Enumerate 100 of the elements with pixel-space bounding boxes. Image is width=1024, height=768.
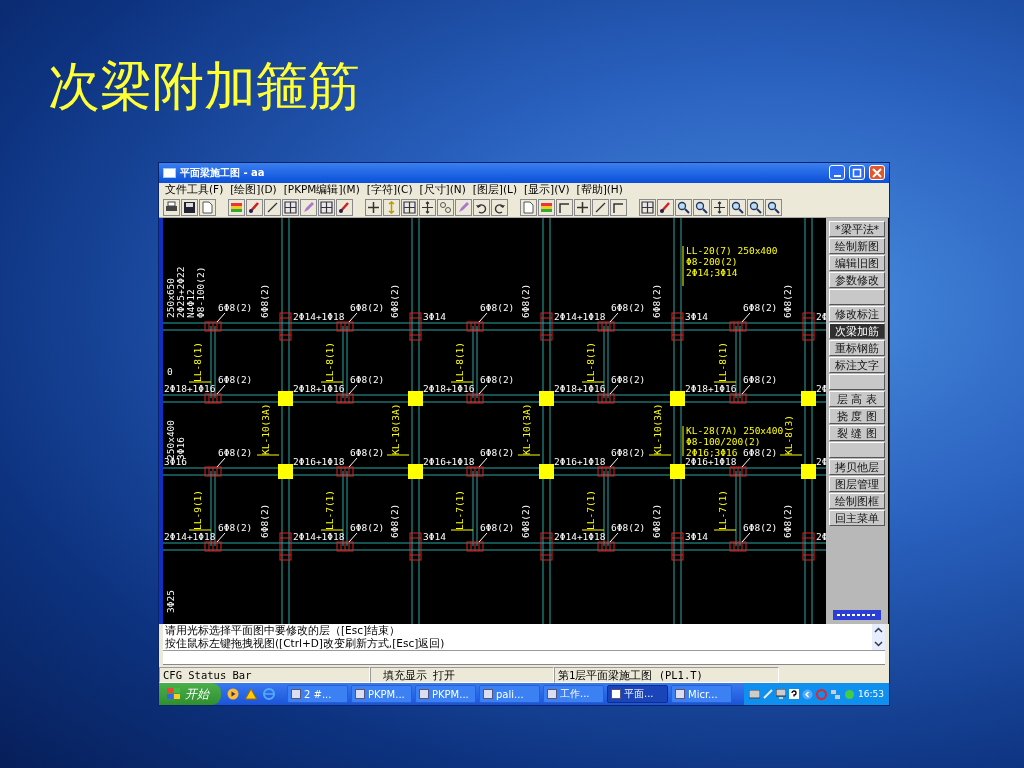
- move-icon[interactable]: [419, 198, 436, 216]
- beam-label: LL-7(1): [581, 489, 605, 531]
- menu-item[interactable]: [尺寸](N): [419, 183, 466, 198]
- maximize-icon: [852, 167, 862, 178]
- minimize-icon: [833, 174, 841, 177]
- rebar-label: 2Φ16+1Φ18: [293, 455, 345, 467]
- rebar-hoop-icon: [597, 541, 615, 552]
- side-menu-button[interactable]: 重标钢筋: [829, 339, 885, 356]
- taskbar-button[interactable]: PKPM...: [351, 685, 412, 704]
- side-menu-button[interactable]: 绘制新图: [829, 237, 885, 254]
- taskbar-button[interactable]: pali...: [479, 685, 540, 704]
- side-menu-button[interactable]: 编辑旧图: [829, 254, 885, 271]
- grid-icon[interactable]: [401, 198, 418, 216]
- brush-icon[interactable]: [336, 198, 353, 216]
- rebar-label: 2Φ18+1Φ16: [423, 382, 475, 394]
- save-icon[interactable]: [181, 198, 198, 216]
- stack-icon[interactable]: [538, 198, 555, 216]
- taskbar-button[interactable]: 2 #...: [287, 685, 348, 704]
- warning-icon[interactable]: [245, 688, 257, 701]
- rebar-label: 2Φ18+1Φ16: [164, 382, 216, 394]
- media-icon[interactable]: [227, 688, 239, 701]
- zoom-icon[interactable]: [693, 198, 710, 216]
- frame-icon[interactable]: [556, 198, 573, 216]
- rebar-note: N4Φ12: [185, 288, 197, 318]
- zoom-icon[interactable]: [729, 198, 746, 216]
- rebar-label: 2Φ18+1Φ16: [685, 382, 737, 394]
- stirrup-label: 6Φ8(2): [609, 521, 646, 543]
- side-menu-button[interactable]: 拷贝他层: [829, 458, 885, 475]
- rebar-label: 2Φ: [816, 455, 826, 467]
- rebar-hoop-icon: [729, 321, 747, 332]
- blank-menu-button[interactable]: [829, 441, 885, 458]
- side-menu-button[interactable]: 层 高 表: [829, 390, 885, 407]
- start-button[interactable]: 开始: [159, 683, 221, 705]
- help-icon[interactable]: [789, 689, 800, 700]
- stirrup-label: 6Φ8(2): [782, 503, 793, 538]
- menu-item[interactable]: [图层](L): [472, 183, 517, 198]
- command-input[interactable]: [163, 651, 885, 666]
- scrollbar[interactable]: [872, 623, 885, 651]
- logo-icon: [833, 609, 881, 620]
- taskbar-button[interactable]: Micr...: [671, 685, 732, 704]
- grid-icon[interactable]: [282, 198, 299, 216]
- menu-item[interactable]: [显示](V): [524, 183, 570, 198]
- brush-icon[interactable]: [246, 198, 263, 216]
- rebar-label: 2Φ: [816, 382, 826, 394]
- taskbar-button[interactable]: 工作...: [543, 685, 604, 704]
- stirrup-label: 6Φ8(2): [478, 301, 515, 323]
- frame-icon[interactable]: [610, 198, 627, 216]
- rebar-hoop-icon: [204, 541, 222, 552]
- side-menu-button[interactable]: 图层管理: [829, 475, 885, 492]
- rebar-hoop-icon: [729, 393, 747, 404]
- side-menu-button[interactable]: *梁平法*: [829, 220, 885, 237]
- zoom-icon[interactable]: [765, 198, 782, 216]
- cross-icon[interactable]: [574, 198, 591, 216]
- rebar-hoop-icon: [540, 312, 553, 341]
- blank-menu-button[interactable]: [829, 288, 885, 305]
- side-menu-button[interactable]: 参数修改: [829, 271, 885, 288]
- taskbar-button[interactable]: 平面...: [607, 685, 668, 704]
- page-icon[interactable]: [520, 198, 537, 216]
- cross-icon[interactable]: [365, 198, 382, 216]
- menu-item[interactable]: 文件工具(F): [165, 183, 224, 198]
- side-menu-button[interactable]: 回主菜单: [829, 509, 885, 526]
- side-menu-button[interactable]: 标注文字: [829, 356, 885, 373]
- scroll-up-icon[interactable]: [874, 626, 883, 634]
- taskbar-button[interactable]: PKPM...: [415, 685, 476, 704]
- grid-icon[interactable]: [318, 198, 335, 216]
- brush-icon[interactable]: [657, 198, 674, 216]
- window-icon: [483, 689, 493, 700]
- move-icon[interactable]: [711, 198, 728, 216]
- maximize-button[interactable]: [849, 165, 865, 181]
- side-menu-button[interactable]: 绘制图框: [829, 492, 885, 509]
- scroll-down-icon[interactable]: [874, 640, 883, 648]
- prompt-text: 请用光标选择平面图中要修改的层（[Esc]结束）: [165, 623, 402, 637]
- side-menu-button[interactable]: 次梁加筋: [829, 322, 885, 339]
- beam-label: LL-8(1): [320, 341, 344, 383]
- minimize-button[interactable]: [829, 165, 845, 181]
- blank-menu-button[interactable]: [829, 373, 885, 390]
- menu-item[interactable]: [绘图](D): [230, 183, 277, 198]
- keyboard-icon[interactable]: [749, 689, 761, 699]
- close-button[interactable]: [869, 165, 885, 181]
- menu-item[interactable]: [帮助](H): [576, 183, 623, 198]
- side-menu-button[interactable]: 挠 度 图: [829, 407, 885, 424]
- undo-icon[interactable]: [473, 198, 490, 216]
- monitor-icon[interactable]: [776, 689, 787, 700]
- status-text: CFG Status Bar: [159, 667, 370, 684]
- rebar-label: 3Φ14: [685, 530, 708, 542]
- rebar-hoop-icon: [597, 393, 615, 404]
- side-menu-button[interactable]: 修改标注: [829, 305, 885, 322]
- printer-icon[interactable]: [163, 198, 180, 216]
- redo-icon[interactable]: [491, 198, 508, 216]
- rebar-hoop-icon: [279, 312, 292, 341]
- windows-logo-icon: [167, 688, 181, 701]
- zoom-icon[interactable]: [747, 198, 764, 216]
- side-menu-button[interactable]: 裂 缝 图: [829, 424, 885, 441]
- rebar-hoop-icon: [409, 312, 422, 341]
- grid-icon[interactable]: [639, 198, 656, 216]
- rebar-hoop-icon: [729, 466, 747, 477]
- zoom-icon[interactable]: [675, 198, 692, 216]
- rebar-label: 2Φ14+1Φ18: [293, 310, 345, 322]
- menu-item[interactable]: [PKPM编辑](M): [283, 183, 360, 198]
- menu-item[interactable]: [字符](C): [366, 183, 413, 198]
